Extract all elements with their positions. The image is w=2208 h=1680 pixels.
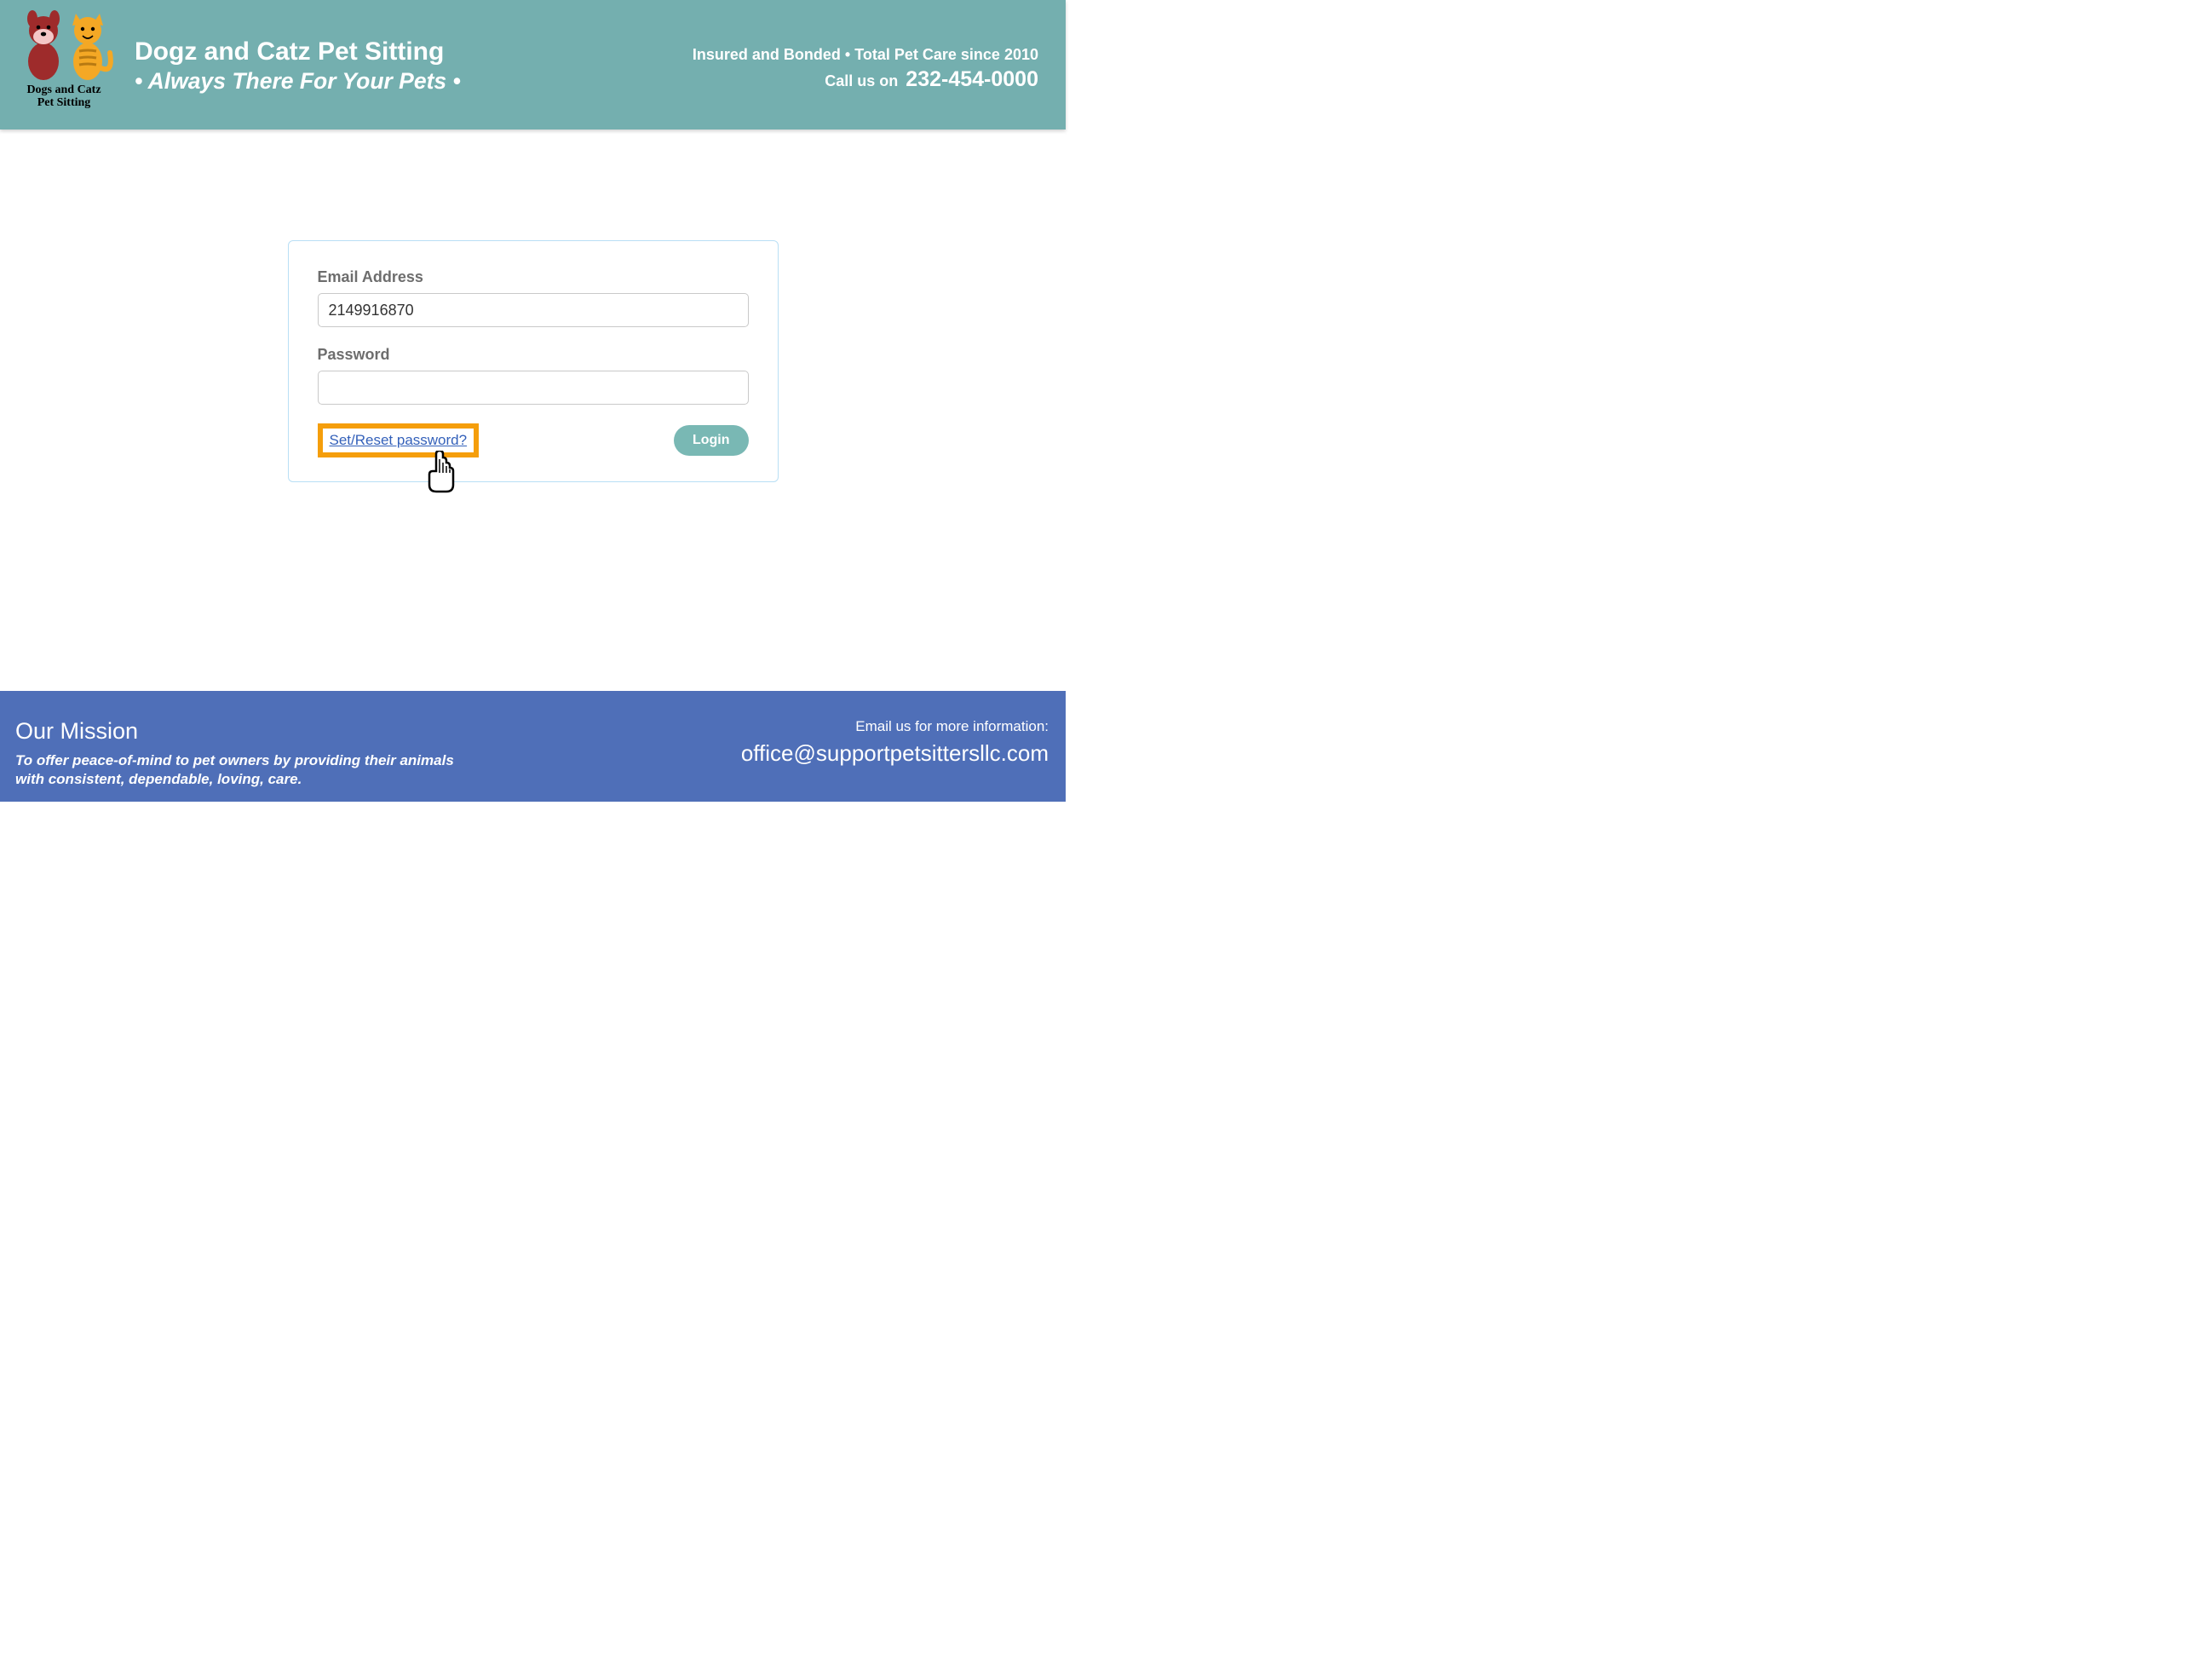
email-label: Email Address (318, 268, 749, 286)
main-content: Email Address Password Set/Reset passwor… (0, 129, 1066, 482)
logo: Dogs and Catz Pet Sitting (12, 9, 116, 110)
email-cta: Email us for more information: (741, 718, 1049, 735)
header-info-line: Insured and Bonded • Total Pet Care sinc… (693, 46, 1038, 64)
brand-text: Dogz and Catz Pet Sitting • Always There… (135, 9, 461, 95)
logo-text-line2: Pet Sitting (26, 96, 101, 109)
password-input[interactable] (318, 371, 749, 405)
login-footer: Set/Reset password? Login (318, 423, 749, 457)
email-input[interactable] (318, 293, 749, 327)
reset-password-link[interactable]: Set/Reset password? (330, 432, 468, 448)
password-label: Password (318, 346, 749, 364)
login-card: Email Address Password Set/Reset passwor… (288, 240, 779, 482)
brand-tagline: • Always There For Your Pets • (135, 68, 461, 95)
email-group: Email Address (318, 268, 749, 327)
logo-text: Dogs and Catz Pet Sitting (26, 83, 101, 110)
logo-icon (13, 9, 115, 85)
header-call-line: Call us on 232-454-0000 (693, 67, 1038, 92)
reset-link-highlight: Set/Reset password? (318, 423, 480, 457)
call-prefix: Call us on (825, 72, 902, 89)
footer-email: office@supportpetsittersllc.com (741, 740, 1049, 767)
phone-number: 232-454-0000 (906, 67, 1038, 91)
brand-name: Dogz and Catz Pet Sitting (135, 37, 461, 66)
mission-text: To offer peace-of-mind to pet owners by … (15, 751, 458, 789)
footer-left: Our Mission To offer peace-of-mind to pe… (15, 718, 458, 802)
header-right: Insured and Bonded • Total Pet Care sinc… (693, 9, 1038, 92)
footer-right: Email us for more information: office@su… (741, 718, 1049, 802)
page-footer: Our Mission To offer peace-of-mind to pe… (0, 691, 1066, 802)
cursor-icon (424, 451, 458, 495)
login-button[interactable]: Login (674, 425, 749, 456)
logo-text-line1: Dogs and Catz (26, 83, 101, 96)
password-group: Password (318, 346, 749, 405)
header-left: Dogs and Catz Pet Sitting Dogz and Catz … (12, 9, 461, 110)
page-header: Dogs and Catz Pet Sitting Dogz and Catz … (0, 0, 1066, 129)
mission-title: Our Mission (15, 718, 458, 745)
